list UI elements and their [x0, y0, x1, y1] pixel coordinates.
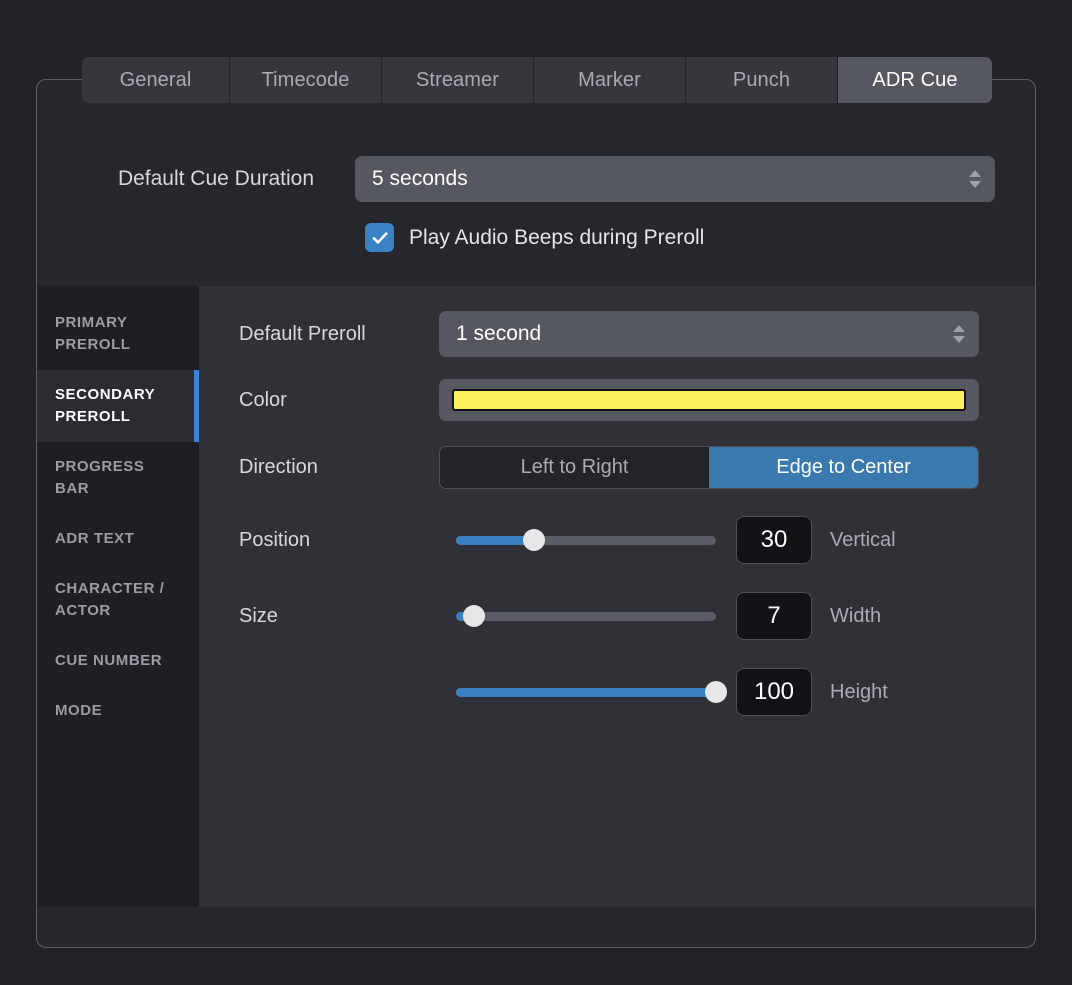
tab-marker[interactable]: Marker: [534, 57, 686, 103]
default-cue-duration-row: Default Cue Duration 5 seconds: [77, 156, 995, 202]
tab-streamer-label: Streamer: [415, 68, 500, 91]
tab-timecode-label: Timecode: [261, 68, 350, 91]
sidebar-item-label: ADR TEXT: [55, 530, 135, 547]
chevron-down-icon[interactable]: [969, 181, 981, 188]
size-width-row: Size 7 Width: [239, 592, 881, 640]
position-slider[interactable]: [456, 529, 716, 551]
tab-timecode[interactable]: Timecode: [230, 57, 382, 103]
color-swatch[interactable]: [452, 389, 966, 411]
position-row: Position 30 Vertical: [239, 516, 896, 564]
chevron-up-icon[interactable]: [969, 170, 981, 177]
play-audio-beeps-label: Play Audio Beeps during Preroll: [409, 225, 705, 249]
direction-label: Direction: [239, 456, 318, 478]
default-preroll-value: 1 second: [456, 322, 542, 345]
default-cue-duration-stepper[interactable]: 5 seconds: [355, 156, 995, 202]
size-height-row: 100 Height: [239, 668, 888, 716]
size-height-slider-fill: [456, 688, 716, 697]
size-height-slider-knob[interactable]: [705, 681, 727, 703]
sidebar-item-character-actor[interactable]: CHARACTER / ACTOR: [37, 564, 199, 636]
secondary-preroll-settings: Default Preroll 1 second Color Direction…: [199, 286, 1035, 907]
position-slider-knob[interactable]: [523, 529, 545, 551]
sidebar-item-adr-text[interactable]: ADR TEXT: [37, 514, 199, 564]
default-preroll-label: Default Preroll: [239, 322, 366, 345]
default-cue-duration-label: Default Cue Duration: [117, 167, 315, 190]
sidebar-item-mode[interactable]: MODE: [37, 686, 199, 736]
sidebar-item-cue-number[interactable]: CUE NUMBER: [37, 636, 199, 686]
checkmark-icon: [372, 231, 387, 244]
sidebar-item-primary-preroll[interactable]: PRIMARY PREROLL: [37, 298, 199, 370]
size-height-unit-label: Height: [830, 680, 888, 703]
default-preroll-row: Default Preroll 1 second: [239, 311, 979, 357]
adr-cue-sidebar: PRIMARY PREROLL SECONDARY PREROLL PROGRE…: [37, 286, 199, 907]
size-height-value-field[interactable]: 100: [736, 668, 812, 716]
sidebar-item-label: PROGRESS BAR: [55, 458, 145, 497]
tab-general-label: General: [119, 68, 192, 91]
sidebar-item-label: CHARACTER / ACTOR: [55, 580, 165, 619]
stepper-arrows-icon[interactable]: [953, 325, 965, 343]
tab-general[interactable]: General: [82, 57, 230, 103]
tab-adr-cue-label: ADR Cue: [872, 68, 958, 91]
position-value-field[interactable]: 30: [736, 516, 812, 564]
sidebar-item-label: SECONDARY PREROLL: [55, 386, 155, 425]
sidebar-item-label: MODE: [55, 702, 103, 719]
adr-cue-settings-panel: Default Cue Duration 5 seconds Play Audi…: [36, 79, 1036, 948]
color-label: Color: [239, 388, 287, 411]
tab-punch-label: Punch: [732, 68, 791, 91]
chevron-down-icon[interactable]: [953, 336, 965, 343]
size-width-unit-label: Width: [830, 604, 882, 627]
default-preroll-stepper[interactable]: 1 second: [439, 311, 979, 357]
size-width-slider-track[interactable]: [456, 612, 716, 621]
settings-tabbar: General Timecode Streamer Marker Punch A…: [82, 57, 992, 103]
color-row: Color: [239, 379, 979, 421]
play-audio-beeps-row: Play Audio Beeps during Preroll: [365, 223, 704, 252]
color-picker-well[interactable]: [439, 379, 979, 421]
adr-cue-body: PRIMARY PREROLL SECONDARY PREROLL PROGRE…: [37, 286, 1035, 907]
direction-segmented-control: Left to Right Edge to Center: [439, 446, 979, 489]
size-width-value-field[interactable]: 7: [736, 592, 812, 640]
tab-streamer[interactable]: Streamer: [382, 57, 534, 103]
play-audio-beeps-checkbox[interactable]: [365, 223, 394, 252]
stepper-arrows-icon[interactable]: [969, 170, 981, 188]
cue-defaults-section: Default Cue Duration 5 seconds Play Audi…: [37, 80, 1035, 286]
sidebar-item-label: CUE NUMBER: [55, 652, 163, 669]
direction-option-edge-to-center[interactable]: Edge to Center: [709, 447, 978, 488]
size-height-slider[interactable]: [456, 681, 727, 703]
tab-punch[interactable]: Punch: [686, 57, 838, 103]
size-width-slider-knob[interactable]: [463, 605, 486, 627]
tab-marker-label: Marker: [578, 68, 641, 91]
chevron-up-icon[interactable]: [953, 325, 965, 332]
size-width-slider[interactable]: [456, 605, 716, 627]
direction-option-left-to-right[interactable]: Left to Right: [440, 447, 709, 488]
sidebar-item-label: PRIMARY PREROLL: [55, 314, 131, 353]
position-label: Position: [239, 528, 311, 551]
default-cue-duration-value: 5 seconds: [372, 167, 468, 190]
sidebar-item-progress-bar[interactable]: PROGRESS BAR: [37, 442, 199, 514]
direction-row: Direction Left to Right Edge to Center: [239, 446, 979, 489]
position-unit-label: Vertical: [830, 528, 896, 551]
tab-adr-cue[interactable]: ADR Cue: [838, 57, 992, 103]
sidebar-item-secondary-preroll[interactable]: SECONDARY PREROLL: [37, 370, 199, 442]
size-label: Size: [239, 604, 278, 627]
